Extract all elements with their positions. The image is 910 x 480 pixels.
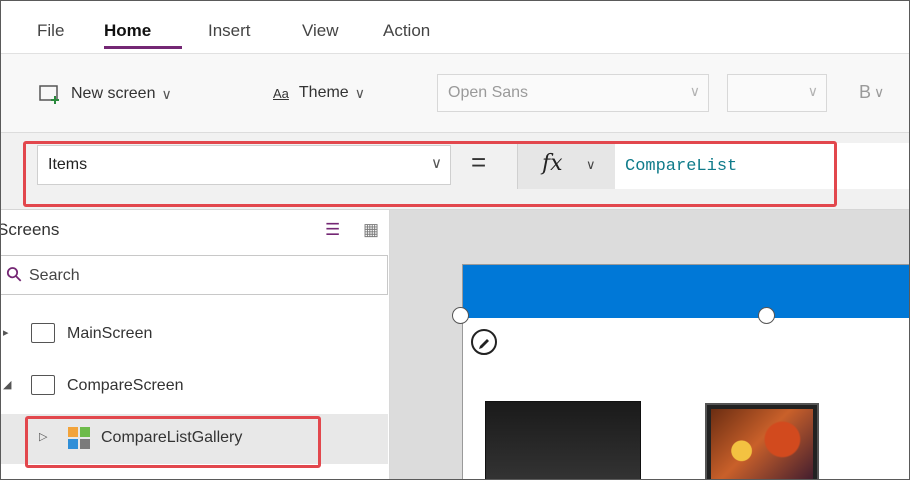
active-tab-indicator <box>104 46 182 49</box>
edit-pencil-icon[interactable] <box>471 329 497 355</box>
list-view-icon[interactable]: ☰ <box>325 220 340 239</box>
fx-button[interactable]: fx ∨ <box>517 143 615 189</box>
collapse-caret-icon[interactable]: ◢ <box>3 378 11 391</box>
expand-caret-icon[interactable]: ▷ <box>39 430 47 443</box>
tree-item-comparescreen[interactable]: ◢ CompareScreen <box>1 362 388 412</box>
formula-input[interactable]: CompareList <box>615 143 909 189</box>
ribbon-toolbar: New screen ∨ Aa Theme ∨ Open Sans ∨ ∨ B … <box>1 54 909 133</box>
menu-file[interactable]: File <box>37 21 64 41</box>
new-screen-label: New screen <box>71 85 156 102</box>
tree-item-mainscreen[interactable]: ▸ MainScreen <box>1 310 388 360</box>
laptop-screen-art <box>711 409 813 479</box>
font-family-select[interactable]: Open Sans ∨ <box>437 74 709 112</box>
property-select[interactable]: Items ∨ <box>37 145 451 185</box>
function-icon: fx <box>542 151 563 176</box>
screen-header-bar <box>463 265 909 318</box>
app-screen-preview <box>462 264 909 479</box>
product-image-tablet[interactable] <box>485 401 641 479</box>
tree-item-label: MainScreen <box>67 325 153 342</box>
font-family-value: Open Sans <box>448 84 529 101</box>
tree-item-comparelistgallery[interactable]: ▷ CompareListGallery <box>1 414 388 464</box>
theme-button[interactable]: Aa Theme ∨ <box>273 84 365 102</box>
formula-bar: Items ∨ = fx ∨ CompareList <box>1 133 909 210</box>
search-placeholder: Search <box>29 267 80 284</box>
tree-view-panel: Screens ☰ ▦ ⚲ Search ▸ MainScreen ◢ Comp… <box>1 210 390 479</box>
app-window: File Home Insert View Action New screen … <box>0 0 910 480</box>
design-canvas <box>390 210 909 479</box>
equals-sign: = <box>471 147 487 177</box>
screen-icon <box>31 375 55 395</box>
tree-search-box[interactable]: ⚲ Search <box>1 255 388 295</box>
gallery-icon <box>68 427 90 449</box>
menu-view[interactable]: View <box>302 21 339 41</box>
chevron-down-icon: ∨ <box>354 84 365 101</box>
tree-item-label: CompareListGallery <box>101 429 243 446</box>
chevron-down-icon: ∨ <box>431 155 442 172</box>
search-icon: ⚲ <box>1 261 28 288</box>
tree-item-label: CompareScreen <box>67 377 184 394</box>
menu-bar: File Home Insert View Action <box>1 1 909 54</box>
menu-action[interactable]: Action <box>383 21 430 41</box>
chevron-down-icon: ∨ <box>807 83 818 99</box>
chevron-down-icon: ∨ <box>874 84 885 100</box>
chevron-down-icon: ∨ <box>586 157 596 172</box>
resize-handle-left[interactable] <box>452 307 469 324</box>
expand-caret-icon[interactable]: ▸ <box>3 326 9 339</box>
tree-view-toggle: ☰ ▦ <box>307 220 379 240</box>
resize-handle-top[interactable] <box>758 307 775 324</box>
bold-button[interactable]: B ∨ <box>859 82 884 103</box>
new-screen-button[interactable]: New screen ∨ <box>39 84 172 104</box>
property-value: Items <box>48 156 88 173</box>
menu-home[interactable]: Home <box>104 21 151 41</box>
menu-insert[interactable]: Insert <box>208 21 251 41</box>
screen-icon <box>31 323 55 343</box>
tree-title: Screens <box>0 220 60 239</box>
theme-icon: Aa <box>273 85 289 101</box>
font-size-select[interactable]: ∨ <box>727 74 827 112</box>
grid-view-icon[interactable]: ▦ <box>363 220 379 239</box>
formula-expression: CompareList <box>625 157 738 176</box>
chevron-down-icon: ∨ <box>161 85 172 102</box>
new-screen-icon <box>39 85 59 104</box>
bold-label: B <box>859 82 872 102</box>
theme-label: Theme <box>298 84 349 101</box>
chevron-down-icon: ∨ <box>689 83 700 99</box>
product-image-laptop[interactable] <box>705 403 819 479</box>
